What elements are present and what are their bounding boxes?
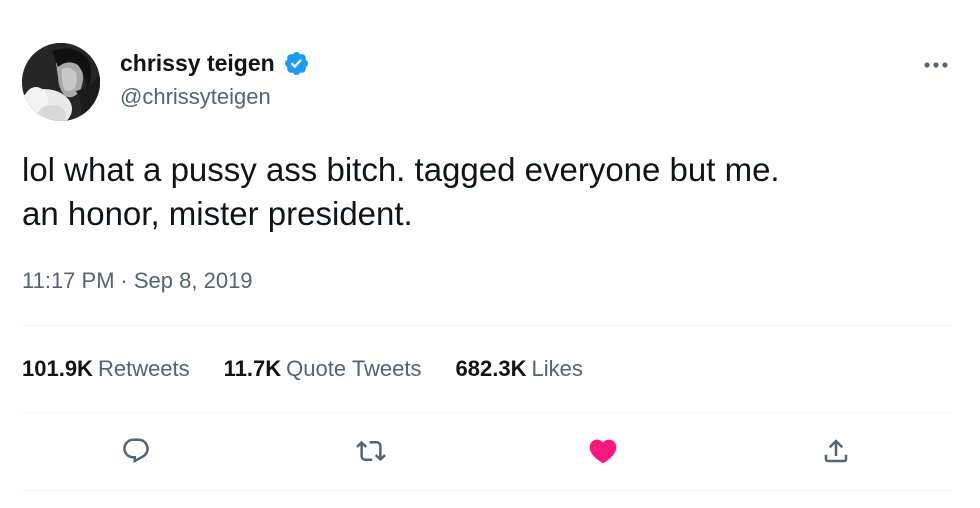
divider: [22, 412, 952, 413]
likes-stat[interactable]: 682.3K Likes: [456, 356, 583, 382]
quote-tweets-stat[interactable]: 11.7K Quote Tweets: [224, 356, 422, 382]
tweet-date[interactable]: Sep 8, 2019: [134, 268, 253, 294]
verified-badge-icon[interactable]: [283, 50, 310, 77]
share-button[interactable]: [818, 435, 854, 471]
retweets-stat[interactable]: 101.9K Retweets: [22, 356, 190, 382]
more-options-button[interactable]: [918, 50, 954, 80]
likes-count: 682.3K: [455, 356, 527, 381]
divider: [22, 325, 952, 326]
avatar[interactable]: [22, 43, 100, 121]
timestamp-separator: ·: [120, 268, 128, 293]
tweet-time[interactable]: 11:17 PM: [22, 268, 115, 294]
retweets-label: Retweets: [97, 356, 190, 381]
tweet-timestamp[interactable]: 11:17 PM · Sep 8, 2019: [22, 268, 253, 294]
reply-button[interactable]: [118, 435, 154, 471]
tweet-card: chrissy teigen @chrissyteigen lol what a…: [0, 0, 980, 508]
heart-icon: [587, 435, 619, 472]
retweet-icon: [356, 436, 386, 471]
like-button[interactable]: [585, 435, 621, 471]
quote-tweets-label: Quote Tweets: [286, 356, 422, 381]
tweet-stats: 101.9K Retweets 11.7K Quote Tweets 682.3…: [22, 356, 617, 382]
divider: [22, 490, 952, 491]
reply-icon: [121, 436, 151, 471]
author-display-name[interactable]: chrissy teigen: [120, 50, 275, 77]
retweet-button[interactable]: [353, 435, 389, 471]
more-horizontal-icon: [923, 56, 949, 74]
avatar-photo: [22, 43, 100, 121]
likes-label: Likes: [531, 356, 583, 381]
author-display-name-row[interactable]: chrissy teigen: [120, 50, 310, 77]
tweet-text: lol what a pussy ass bitch. tagged every…: [22, 148, 952, 236]
quote-tweets-count: 11.7K: [223, 356, 282, 381]
tweet-text-line: an honor, mister president.: [22, 195, 413, 232]
tweet-text-line: lol what a pussy ass bitch. tagged every…: [22, 151, 780, 188]
retweets-count: 101.9K: [22, 356, 93, 381]
author-handle[interactable]: @chrissyteigen: [120, 84, 271, 110]
share-icon: [821, 436, 851, 471]
